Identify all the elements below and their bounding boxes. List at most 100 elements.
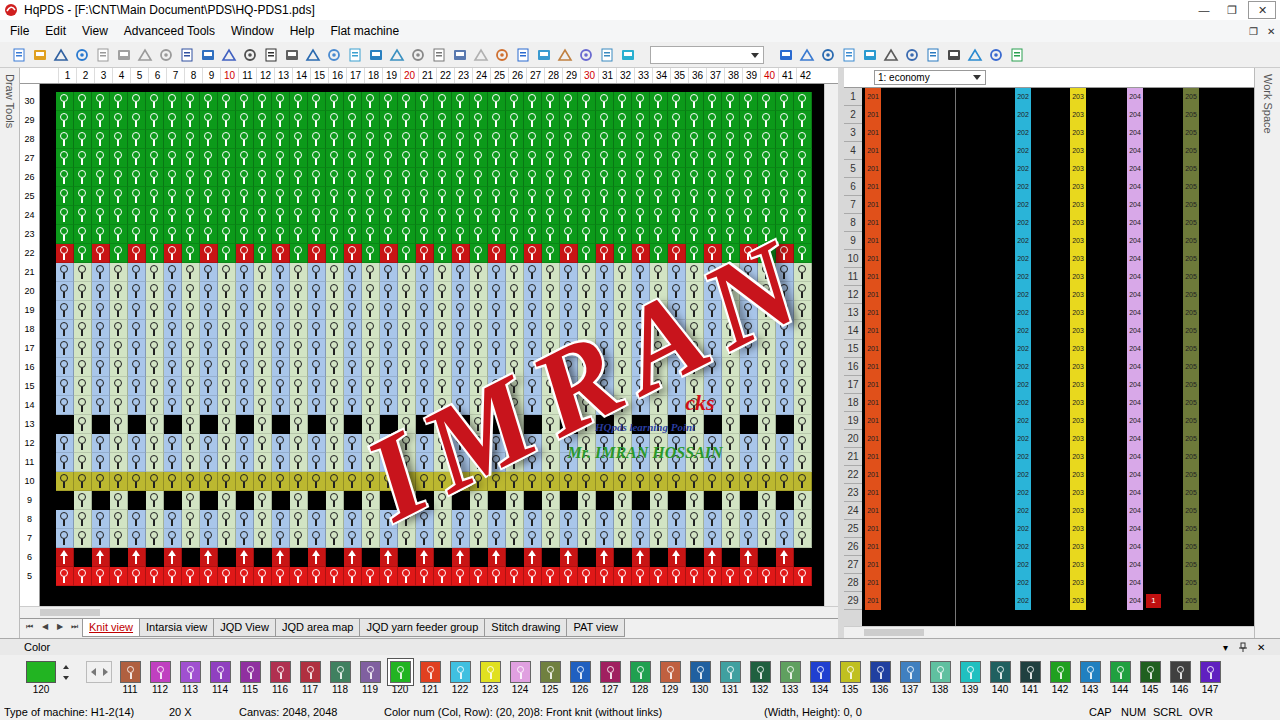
grid-cell[interactable]	[164, 529, 182, 548]
grid-cell[interactable]	[776, 187, 794, 206]
grid-cell[interactable]	[398, 491, 416, 510]
grid-cell[interactable]	[542, 263, 560, 282]
grid-cell[interactable]	[218, 149, 236, 168]
grid-cell[interactable]	[506, 149, 524, 168]
grid-row[interactable]	[56, 548, 824, 567]
grid-cell[interactable]	[254, 301, 272, 320]
yarn-cell[interactable]: 205	[1183, 232, 1199, 250]
grid-cell[interactable]	[236, 491, 254, 510]
grid-cell[interactable]	[452, 206, 470, 225]
toolbar-combo[interactable]	[650, 46, 764, 64]
grid-cell[interactable]	[704, 529, 722, 548]
yarn-cell[interactable]: 203	[1070, 322, 1086, 340]
grid-cell[interactable]	[308, 339, 326, 358]
grid-cell[interactable]	[110, 225, 128, 244]
knit-grid[interactable]	[40, 84, 824, 606]
grid-cell[interactable]	[560, 510, 578, 529]
grid-cell[interactable]	[236, 434, 254, 453]
view-tab-label[interactable]: JQD area map	[282, 621, 354, 633]
tool-icon[interactable]	[619, 46, 637, 64]
grid-cell[interactable]	[74, 339, 92, 358]
grid-cell[interactable]	[740, 358, 758, 377]
tool-icon[interactable]	[262, 46, 280, 64]
yarn-cell[interactable]: 203	[1070, 538, 1086, 556]
grid-cell[interactable]	[416, 358, 434, 377]
grid-cell[interactable]	[92, 187, 110, 206]
yarn-cell[interactable]: 204	[1127, 394, 1143, 412]
grid-cell[interactable]	[182, 320, 200, 339]
grid-cell[interactable]	[344, 453, 362, 472]
yarn-cell[interactable]: 203	[1070, 358, 1086, 376]
grid-cell[interactable]	[452, 168, 470, 187]
grid-cell[interactable]	[74, 358, 92, 377]
color-swatch[interactable]: 113	[175, 661, 205, 696]
yarn-cell[interactable]: 203	[1070, 376, 1086, 394]
yarn-cell[interactable]: 202	[1015, 520, 1031, 538]
grid-cell[interactable]	[308, 263, 326, 282]
grid-cell[interactable]	[686, 415, 704, 434]
grid-cell[interactable]	[470, 358, 488, 377]
grid-cell[interactable]	[200, 149, 218, 168]
grid-cell[interactable]	[434, 111, 452, 130]
grid-cell[interactable]	[182, 396, 200, 415]
grid-cell[interactable]	[236, 510, 254, 529]
yarn-cell[interactable]: 201	[865, 268, 881, 286]
grid-cell[interactable]	[470, 263, 488, 282]
grid-cell[interactable]	[362, 320, 380, 339]
grid-cell[interactable]	[128, 548, 146, 567]
swatch-fill[interactable]	[150, 661, 171, 683]
grid-cell[interactable]	[668, 206, 686, 225]
grid-cell[interactable]	[632, 206, 650, 225]
grid-cell[interactable]	[56, 358, 74, 377]
grid-cell[interactable]	[254, 111, 272, 130]
grid-cell[interactable]	[614, 263, 632, 282]
grid-cell[interactable]	[596, 377, 614, 396]
grid-cell[interactable]	[74, 282, 92, 301]
view-tab[interactable]: Intarsia view	[139, 619, 214, 637]
grid-cell[interactable]	[488, 244, 506, 263]
grid-cell[interactable]	[308, 415, 326, 434]
grid-cell[interactable]	[506, 567, 524, 586]
grid-cell[interactable]	[110, 548, 128, 567]
grid-cell[interactable]	[56, 529, 74, 548]
grid-cell[interactable]	[794, 396, 812, 415]
yarn-cell[interactable]: 204	[1127, 124, 1143, 142]
grid-cell[interactable]	[362, 377, 380, 396]
grid-cell[interactable]	[434, 434, 452, 453]
yarn-row[interactable]: 201202203204205	[862, 412, 1254, 430]
grid-cell[interactable]	[200, 320, 218, 339]
grid-row[interactable]	[56, 92, 824, 111]
grid-cell[interactable]	[650, 225, 668, 244]
grid-cell[interactable]	[182, 263, 200, 282]
grid-cell[interactable]	[344, 92, 362, 111]
grid-cell[interactable]	[254, 168, 272, 187]
grid-cell[interactable]	[128, 92, 146, 111]
swatch-fill[interactable]	[1140, 661, 1161, 683]
grid-cell[interactable]	[218, 263, 236, 282]
grid-cell[interactable]	[164, 130, 182, 149]
grid-cell[interactable]	[56, 92, 74, 111]
grid-cell[interactable]	[434, 263, 452, 282]
grid-row[interactable]	[56, 130, 824, 149]
tool-icon[interactable]	[987, 46, 1005, 64]
grid-cell[interactable]	[686, 510, 704, 529]
grid-cell[interactable]	[632, 453, 650, 472]
grid-cell[interactable]	[776, 339, 794, 358]
grid-cell[interactable]	[200, 529, 218, 548]
grid-cell[interactable]	[686, 111, 704, 130]
color-swatch[interactable]: 118	[325, 661, 355, 696]
grid-cell[interactable]	[434, 396, 452, 415]
grid-cell[interactable]	[650, 567, 668, 586]
grid-row[interactable]	[56, 529, 824, 548]
grid-cell[interactable]	[740, 168, 758, 187]
yarn-cell[interactable]: 203	[1070, 214, 1086, 232]
grid-cell[interactable]	[416, 472, 434, 491]
grid-row[interactable]	[56, 187, 824, 206]
tool-icon[interactable]	[157, 46, 175, 64]
grid-cell[interactable]	[128, 510, 146, 529]
grid-cell[interactable]	[146, 434, 164, 453]
grid-cell[interactable]	[56, 111, 74, 130]
swatch-fill[interactable]	[300, 661, 321, 683]
grid-row[interactable]	[56, 320, 824, 339]
grid-cell[interactable]	[794, 529, 812, 548]
